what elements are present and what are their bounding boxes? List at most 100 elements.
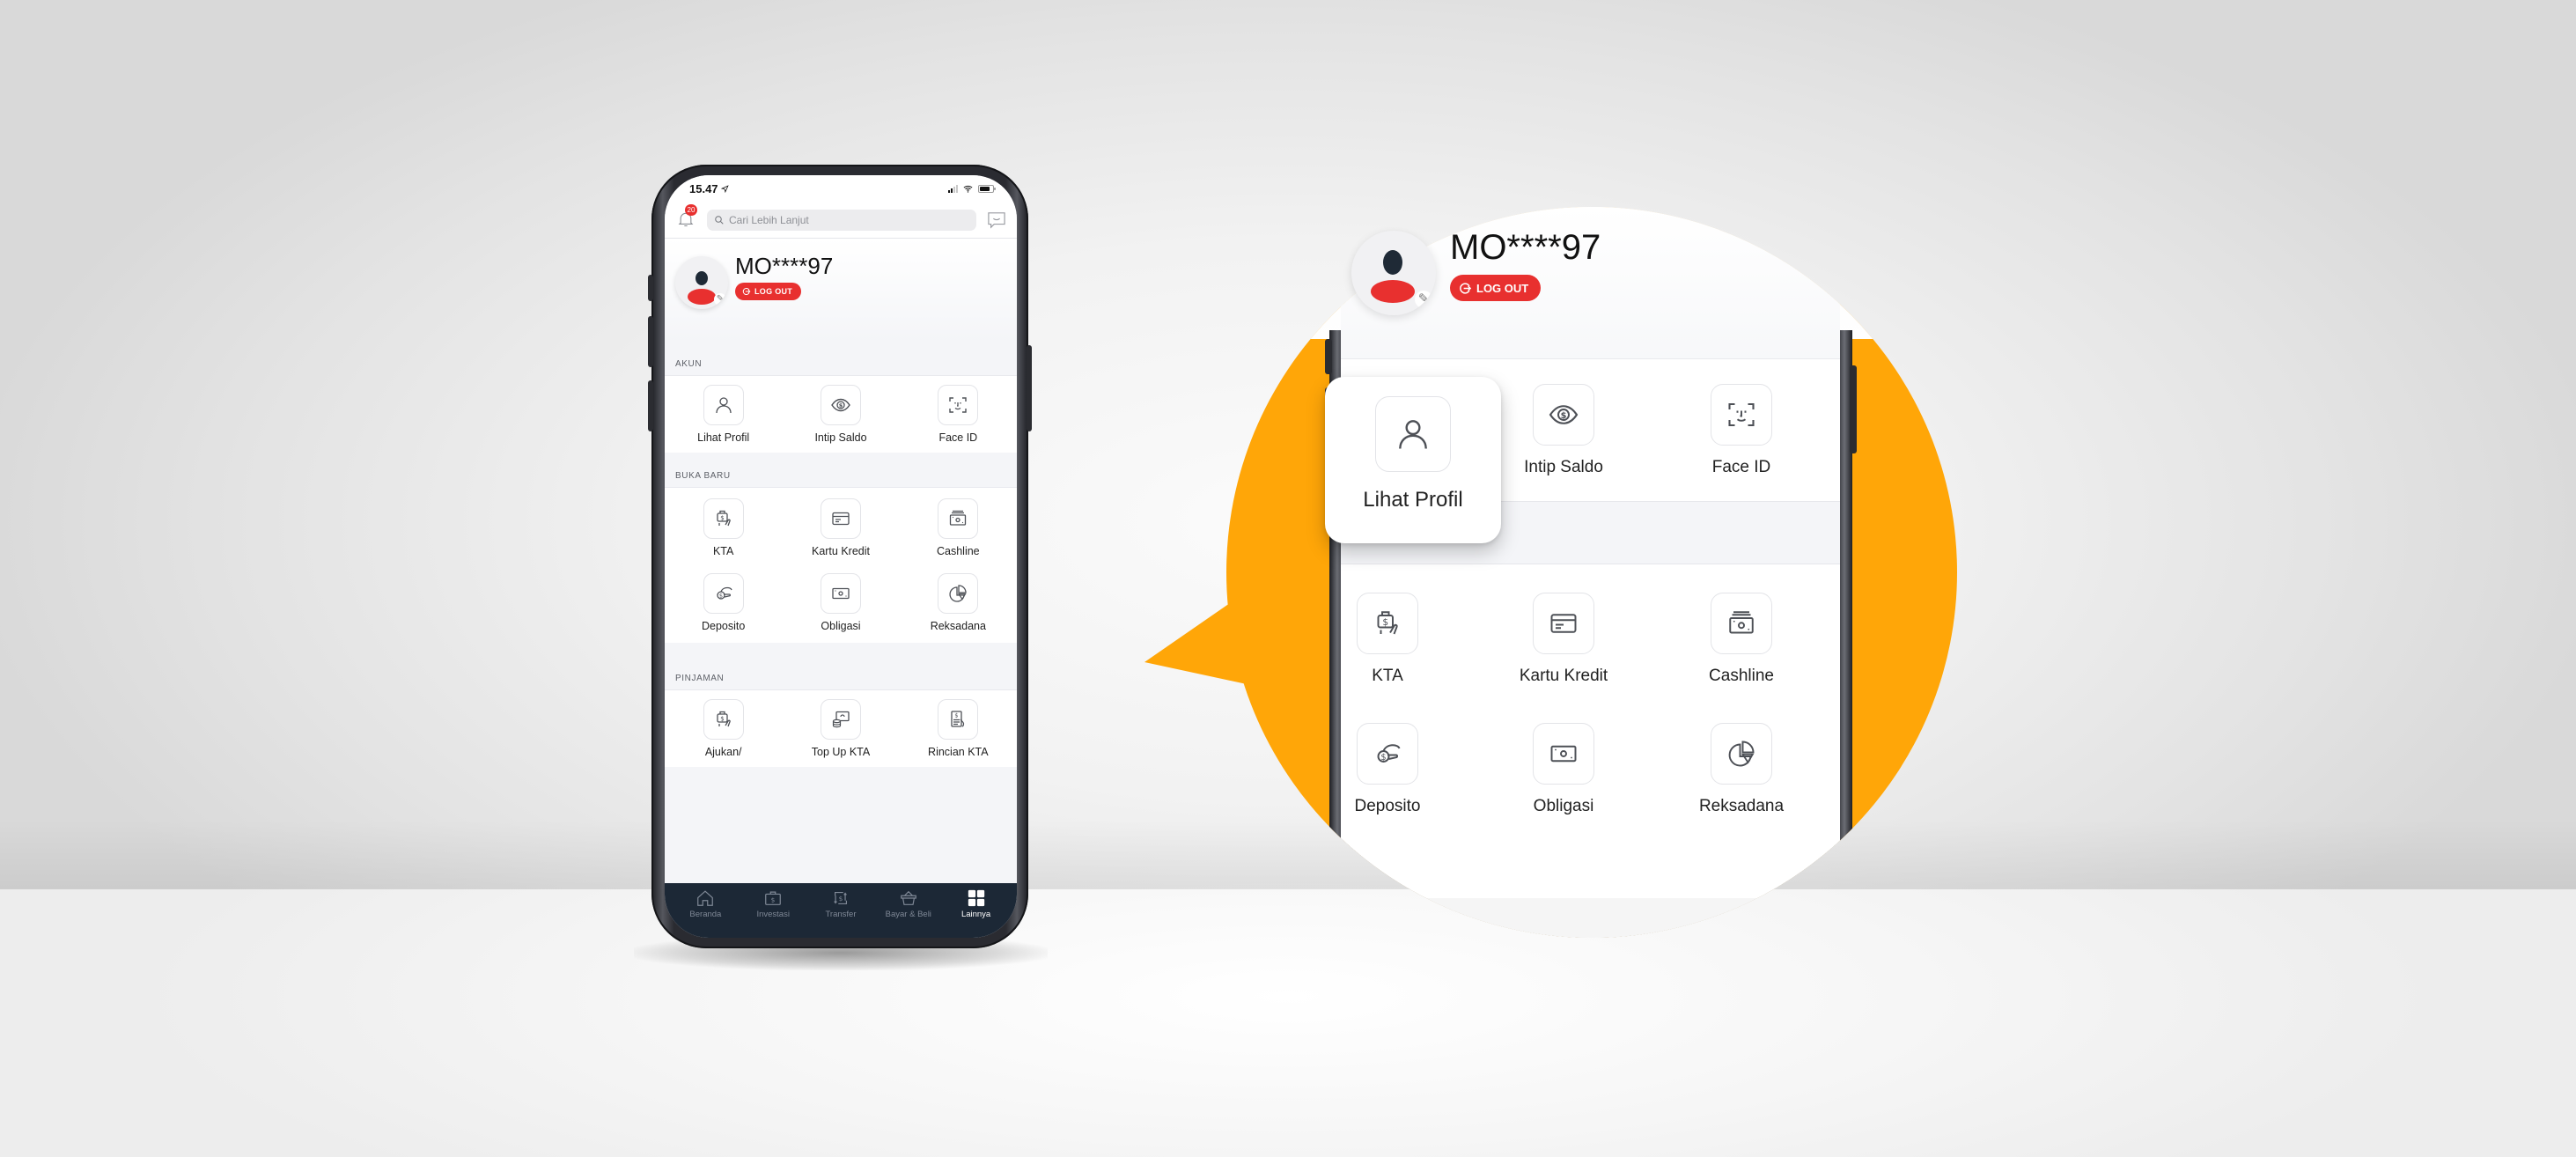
search-bar[interactable] (707, 209, 976, 231)
magnified-tile-intip-saldo[interactable]: Intip Saldo (1489, 384, 1638, 477)
tile-cashline[interactable]: Cashline (900, 498, 1017, 557)
tile-label: Intip Saldo (814, 431, 867, 444)
avatar-body (688, 289, 716, 305)
tile-label: Obligasi (1533, 797, 1594, 815)
nav-label: Lainnya (960, 910, 991, 919)
home-icon (696, 888, 715, 908)
section-title-pinjaman: PINJAMAN (665, 643, 1017, 690)
pie-chart-icon (1726, 738, 1757, 770)
magnified-side-button (1325, 339, 1332, 374)
nav-transfer[interactable]: Transfer (810, 888, 872, 919)
section-gap (665, 453, 1017, 467)
pencil-icon[interactable]: ✎ (1415, 291, 1432, 308)
nav-label: Bayar & Beli (885, 910, 931, 919)
magnified-view: ✎ Intip Saldo Face ID BUKA BARU KTA (1226, 207, 1957, 938)
tile-lihat-profil[interactable]: Lihat Profil (665, 385, 782, 444)
hand-money-icon (713, 508, 734, 529)
tile-label: Obligasi (821, 620, 861, 632)
tile-label: KTA (712, 545, 734, 557)
logout-label: LOG OUT (754, 287, 793, 296)
logout-icon (1459, 282, 1472, 295)
location-arrow-icon (721, 185, 729, 193)
nav-bayar-beli[interactable]: Bayar & Beli (878, 888, 939, 919)
nav-lainnya[interactable]: Lainnya (946, 888, 1007, 919)
user-icon (713, 394, 734, 416)
magnified-tile-deposito[interactable]: Deposito (1313, 723, 1462, 816)
volume-up-button (648, 316, 653, 367)
pencil-icon[interactable]: ✎ (714, 293, 726, 306)
tile-ajukan[interactable]: Ajukan/ (665, 699, 782, 758)
magnified-buka-baru-grid: KTA Kartu Kredit Cashline Deposito Oblig… (1341, 564, 1840, 938)
akun-grid: Lihat Profil Intip Saldo Face ID (665, 376, 1017, 453)
credit-card-icon (1548, 608, 1579, 639)
tile-face-id[interactable]: Face ID (900, 385, 1017, 444)
tile-deposito[interactable]: Deposito (665, 573, 782, 632)
status-bar: 15.47 (665, 175, 1017, 202)
basket-icon (899, 888, 918, 908)
power-button (1027, 345, 1032, 431)
tile-kta[interactable]: KTA (665, 498, 782, 557)
tile-top-up-kta[interactable]: Top Up KTA (782, 699, 899, 758)
avatar[interactable]: ✎ (675, 256, 728, 309)
search-input[interactable] (729, 213, 969, 226)
message-bubble-icon[interactable] (987, 211, 1006, 229)
highlight-lihat-profil[interactable]: Lihat Profil (1325, 377, 1501, 543)
mute-switch (648, 275, 653, 301)
logout-button[interactable]: LOG OUT (735, 283, 802, 300)
magnified-username: MO****97 (1450, 228, 1601, 267)
tile-label: Cashline (937, 545, 980, 557)
magnified-tile-obligasi[interactable]: Obligasi (1489, 723, 1638, 816)
notification-badge: 20 (685, 203, 697, 216)
magnified-bottom-fade (1226, 898, 1957, 938)
tile-kartu-kredit[interactable]: Kartu Kredit (782, 498, 899, 557)
tile-label: Reksadana (1698, 797, 1785, 815)
avatar-body (1371, 280, 1415, 303)
nav-investasi[interactable]: Investasi (742, 888, 804, 919)
magnified-tile-face-id[interactable]: Face ID (1667, 384, 1816, 477)
tile-label: Rincian KTA (928, 746, 989, 758)
battery-icon (978, 184, 996, 193)
logout-icon (742, 287, 751, 296)
grid-icon (967, 888, 986, 908)
credit-card-icon (830, 508, 851, 529)
magnified-tile-kta[interactable]: KTA (1313, 593, 1462, 686)
pinjaman-grid: Ajukan/ Top Up KTA Rincian KTA (665, 690, 1017, 767)
username: MO****97 (735, 253, 834, 279)
transfer-icon (831, 888, 850, 908)
tile-rincian-kta[interactable]: Rincian KTA (900, 699, 1017, 758)
banknote-icon (1548, 738, 1579, 770)
highlight-label: Lihat Profil (1363, 488, 1463, 512)
magnified-tile-cashline[interactable]: Cashline (1667, 593, 1816, 686)
cellular-signal-icon (948, 184, 958, 193)
magnified-logout-button[interactable]: LOG OUT (1450, 275, 1542, 301)
bottom-nav: Beranda Investasi Transfer Bayar & Beli … (665, 883, 1017, 938)
tile-intip-saldo[interactable]: Intip Saldo (782, 385, 899, 444)
magnified-side-button (1850, 365, 1857, 453)
buka-baru-grid: KTA Kartu Kredit Cashline Deposito Oblig… (665, 488, 1017, 643)
tile-reksadana[interactable]: Reksadana (900, 573, 1017, 632)
magnified-tile-kartu-kredit[interactable]: Kartu Kredit (1489, 593, 1638, 686)
magnified-avatar-overlay[interactable]: ✎ (1351, 231, 1436, 315)
tile-label: Cashline (1709, 667, 1774, 685)
volume-down-button (648, 380, 653, 431)
tile-label: Kartu Kredit (1519, 667, 1608, 685)
tile-label: Lihat Profil (697, 431, 750, 444)
nav-label: Beranda (689, 910, 722, 919)
magnified-tile-reksadana[interactable]: Reksadana (1667, 723, 1816, 816)
hand-money-icon (713, 709, 734, 730)
profile-header: ✎ MO****97 LOG OUT (665, 239, 1017, 343)
hand-money-icon (1372, 608, 1403, 639)
face-id-icon (947, 394, 968, 416)
tile-label: Deposito (1354, 797, 1421, 815)
tile-obligasi[interactable]: Obligasi (782, 573, 899, 632)
nav-label: Investasi (756, 910, 790, 919)
banknote-icon (830, 583, 851, 604)
eye-dollar-icon (1548, 399, 1579, 431)
avatar-head (1383, 250, 1402, 275)
nav-beranda[interactable]: Beranda (674, 888, 736, 919)
nav-label: Transfer (825, 910, 857, 919)
notification-button[interactable]: 20 (677, 203, 697, 230)
status-time: 15.47 (689, 181, 718, 195)
briefcase-dollar-icon (763, 888, 783, 908)
phone-screen: 15.47 20 Cari Lebih Lanjut ✎ MO****97 LO… (665, 175, 1017, 938)
